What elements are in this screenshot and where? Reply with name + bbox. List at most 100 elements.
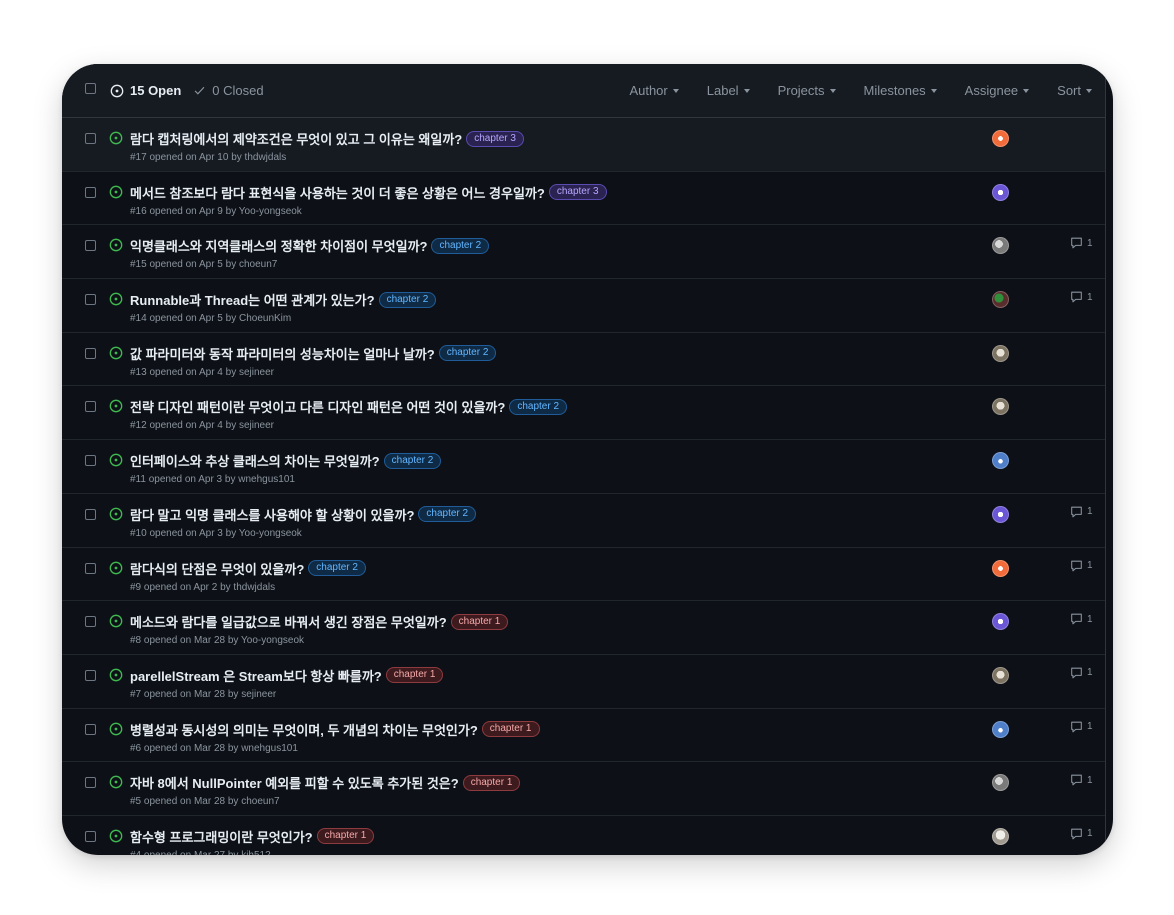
issue-title-link[interactable]: 인터페이스와 추상 클래스의 차이는 무엇일까? bbox=[130, 451, 380, 470]
sort-filter[interactable]: Sort bbox=[1057, 83, 1092, 98]
issue-checkbox[interactable] bbox=[85, 508, 96, 520]
issue-label-badge[interactable]: chapter 3 bbox=[466, 130, 524, 147]
issue-checkbox[interactable] bbox=[85, 777, 96, 789]
issue-label-badge[interactable]: chapter 2 bbox=[308, 560, 366, 576]
issue-title-link[interactable]: 값 파라미터와 동작 파라미터의 성능차이는 얼마나 날까? bbox=[130, 344, 435, 363]
assignee-avatar[interactable] bbox=[992, 130, 1009, 147]
issue-label-badge[interactable]: chapter 2 bbox=[378, 291, 437, 308]
assignee-avatar[interactable] bbox=[992, 613, 1009, 631]
comments-link[interactable]: 1 bbox=[1070, 613, 1093, 625]
issue-row[interactable]: 자바 8에서 NullPointer 예외를 피할 수 있도록 추가된 것은? c… bbox=[62, 762, 1105, 816]
issue-row[interactable]: 함수형 프로그래밍이란 무엇인가?chapter 1 #4 opened on M… bbox=[62, 816, 1105, 855]
assignee-avatar[interactable] bbox=[992, 237, 1009, 255]
issue-list: 람다 캡처링에서의 제약조건은 무엇이 있고 그 이유는 왜일까? chapter… bbox=[62, 118, 1105, 855]
issue-title-link[interactable]: 람다 말고 익명 클래스를 사용해야 할 상황이 있을까? bbox=[130, 505, 414, 524]
comments-link[interactable]: 1 bbox=[1070, 667, 1093, 679]
issue-label-badge[interactable]: chapter 1 bbox=[450, 613, 509, 630]
issue-title-link[interactable]: 익명클래스와 지역클래스의 정확한 차이점이 무엇일까? bbox=[130, 236, 427, 255]
issue-label-badge[interactable]: chapter 1 bbox=[316, 828, 375, 845]
issue-label-badge[interactable]: chapter 2 bbox=[383, 452, 442, 469]
issue-title-line: parellelStream 은 Stream보다 항상 빠를까? chapter… bbox=[130, 666, 444, 685]
issue-title-line: 전략 디자인 패턴이란 무엇이고 다른 디자인 패턴은 어떤 것이 있을까? ch… bbox=[130, 397, 568, 416]
issue-checkbox[interactable] bbox=[85, 830, 96, 842]
issue-row[interactable]: 전략 디자인 패턴이란 무엇이고 다른 디자인 패턴은 어떤 것이 있을까? ch… bbox=[62, 386, 1105, 441]
comments-link[interactable]: 1 bbox=[1070, 828, 1093, 840]
issue-open-icon bbox=[109, 292, 123, 306]
issue-meta: #16 opened on Apr 9 by Yoo-yongseok bbox=[130, 205, 302, 217]
issue-checkbox[interactable] bbox=[85, 186, 96, 198]
open-issues-tab[interactable]: 15 Open bbox=[110, 83, 181, 98]
issue-row[interactable]: 값 파라미터와 동작 파라미터의 성능차이는 얼마나 날까? chapter 2 #… bbox=[62, 333, 1105, 387]
assignee-avatar[interactable] bbox=[992, 452, 1009, 470]
issue-label-badge[interactable]: chapter 1 bbox=[385, 667, 444, 684]
issue-row[interactable]: Runnable과 Thread는 어떤 관계가 있는가? chapter 2 #1… bbox=[62, 279, 1105, 333]
issue-label-badge[interactable]: chapter 1 bbox=[462, 774, 521, 791]
issue-title-link[interactable]: 전략 디자인 패턴이란 무엇이고 다른 디자인 패턴은 어떤 것이 있을까? bbox=[130, 397, 505, 416]
assignee-avatar[interactable] bbox=[992, 720, 1009, 738]
issue-checkbox[interactable] bbox=[85, 133, 96, 144]
issue-checkbox[interactable] bbox=[85, 562, 96, 574]
assignee-avatar[interactable] bbox=[992, 559, 1009, 577]
issue-row[interactable]: 익명클래스와 지역클래스의 정확한 차이점이 무엇일까? chapter 2 #15… bbox=[62, 225, 1105, 280]
filter-label: Projects bbox=[777, 83, 825, 98]
issue-title-link[interactable]: 람다식의 단점은 무엇이 있을까? bbox=[130, 559, 304, 578]
issue-row[interactable]: 메소드와 람다를 일급값으로 바꿔서 생긴 장점은 무엇일까? chapter 1… bbox=[62, 601, 1105, 655]
assignee-avatar[interactable] bbox=[992, 183, 1009, 201]
projects-filter[interactable]: Projects bbox=[778, 83, 836, 98]
issue-title-link[interactable]: 자바 8에서 NullPointer 예외를 피할 수 있도록 추가된 것은? bbox=[130, 773, 459, 792]
issue-checkbox[interactable] bbox=[85, 455, 96, 467]
issue-title-link[interactable]: 메서드 참조보다 람다 표현식을 사용하는 것이 더 좋은 상황은 어느 경우일… bbox=[130, 183, 545, 202]
issue-title-link[interactable]: parellelStream 은 Stream보다 항상 빠를까? bbox=[130, 666, 382, 685]
issue-open-icon bbox=[110, 84, 124, 97]
assignee-avatar[interactable] bbox=[992, 827, 1009, 845]
comments-link[interactable]: 1 bbox=[1070, 291, 1093, 303]
issue-checkbox[interactable] bbox=[85, 294, 96, 306]
comments-link[interactable]: 1 bbox=[1070, 237, 1093, 249]
issue-title-line: 메서드 참조보다 람다 표현식을 사용하는 것이 더 좋은 상황은 어느 경우일… bbox=[130, 183, 607, 202]
comments-link[interactable]: 1 bbox=[1070, 721, 1093, 733]
issue-row[interactable]: 병렬성과 동시성의 의미는 무엇이며, 두 개념의 차이는 무엇인가? chapt… bbox=[62, 709, 1105, 763]
issue-row[interactable]: 람다 캡처링에서의 제약조건은 무엇이 있고 그 이유는 왜일까? chapter… bbox=[62, 118, 1105, 172]
comments-link[interactable]: 1 bbox=[1070, 560, 1093, 572]
milestones-filter[interactable]: Milestones bbox=[864, 83, 937, 98]
issues-header: 15 Open 0 Closed Author Label Projects M… bbox=[62, 64, 1105, 118]
assignee-avatar[interactable] bbox=[992, 505, 1009, 523]
label-filter[interactable]: Label bbox=[707, 83, 750, 98]
assignee-avatar[interactable] bbox=[992, 291, 1009, 309]
issue-row[interactable]: 인터페이스와 추상 클래스의 차이는 무엇일까? chapter 2 #11 ope… bbox=[62, 440, 1105, 494]
issue-label-badge[interactable]: chapter 2 bbox=[418, 506, 477, 523]
assignee-avatar[interactable] bbox=[992, 398, 1009, 416]
issue-title-link[interactable]: 람다 캡처링에서의 제약조건은 무엇이 있고 그 이유는 왜일까? bbox=[130, 129, 462, 148]
caret-down-icon bbox=[1023, 89, 1030, 93]
issue-row[interactable]: 메서드 참조보다 람다 표현식을 사용하는 것이 더 좋은 상황은 어느 경우일… bbox=[62, 172, 1105, 226]
issue-checkbox[interactable] bbox=[85, 401, 96, 413]
select-all-checkbox[interactable] bbox=[85, 83, 96, 94]
comments-link[interactable]: 1 bbox=[1070, 506, 1093, 518]
issue-checkbox[interactable] bbox=[85, 616, 96, 628]
issue-checkbox[interactable] bbox=[85, 240, 96, 252]
issue-checkbox[interactable] bbox=[85, 669, 96, 681]
author-filter[interactable]: Author bbox=[629, 83, 679, 98]
issue-title-link[interactable]: Runnable과 Thread는 어떤 관계가 있는가? bbox=[130, 290, 375, 309]
issue-title-link[interactable]: 병렬성과 동시성의 의미는 무엇이며, 두 개념의 차이는 무엇인가? bbox=[130, 720, 478, 739]
comments-link[interactable]: 1 bbox=[1070, 774, 1093, 786]
issue-label-badge[interactable]: chapter 3 bbox=[548, 184, 607, 201]
issue-checkbox[interactable] bbox=[85, 723, 96, 735]
issue-title-link[interactable]: 함수형 프로그래밍이란 무엇인가? bbox=[130, 827, 313, 846]
issue-row[interactable]: parellelStream 은 Stream보다 항상 빠를까? chapter… bbox=[62, 655, 1105, 709]
closed-issues-tab[interactable]: 0 Closed bbox=[193, 83, 264, 98]
issue-label-badge[interactable]: chapter 2 bbox=[438, 345, 497, 362]
issue-checkbox[interactable] bbox=[85, 347, 96, 359]
assignee-avatar[interactable] bbox=[992, 774, 1009, 792]
issue-title-link[interactable]: 메소드와 람다를 일급값으로 바꿔서 생긴 장점은 무엇일까? bbox=[130, 612, 447, 631]
issue-label-badge[interactable]: chapter 2 bbox=[509, 398, 568, 415]
caret-down-icon bbox=[1086, 89, 1092, 93]
issue-row[interactable]: 람다식의 단점은 무엇이 있을까? chapter 2 #9 opened on A… bbox=[62, 548, 1105, 602]
assignee-avatar[interactable] bbox=[992, 344, 1009, 362]
issue-label-badge[interactable]: chapter 2 bbox=[431, 237, 490, 254]
issue-label-badge[interactable]: chapter 1 bbox=[481, 721, 540, 738]
comment-count: 1 bbox=[1087, 721, 1093, 733]
assignee-avatar[interactable] bbox=[992, 666, 1009, 684]
issue-row[interactable]: 람다 말고 익명 클래스를 사용해야 할 상황이 있을까? chapter 2 #1… bbox=[62, 494, 1105, 548]
assignee-filter[interactable]: Assignee bbox=[965, 83, 1030, 98]
